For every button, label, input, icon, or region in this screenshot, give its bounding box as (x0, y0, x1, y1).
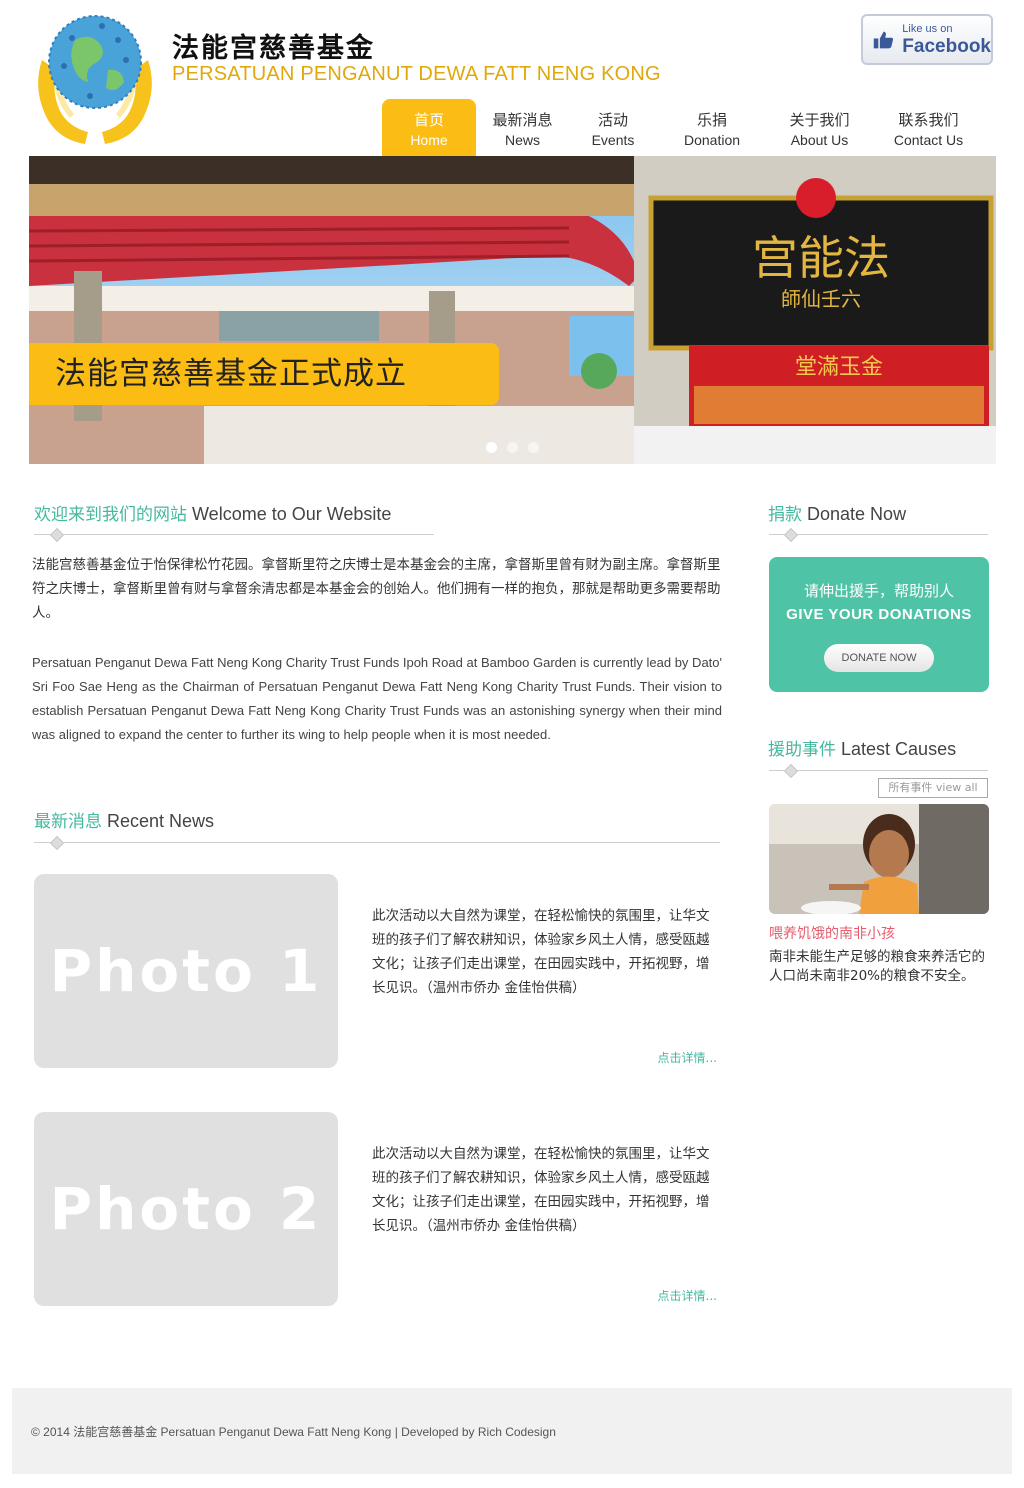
footer-copyright: © 2014 法能宫慈善基金 Persatuan Penganut Dewa F… (31, 1425, 556, 1439)
temple-slide-image: 宫能法 師仙壬六 堂滿玉金 (29, 156, 996, 464)
site-title-english: PERSATUAN PENGANUT DEWA FATT NENG KONG (172, 63, 661, 85)
donation-panel: 请伸出援手，帮助别人 GIVE YOUR DONATIONS DONATE NO… (769, 557, 989, 692)
nav-label-en: Home (410, 132, 448, 148)
welcome-heading-cn: 欢迎来到我们的网站 (34, 505, 187, 525)
nav-item-events[interactable]: 活动 Events (569, 99, 657, 156)
slider-pagination (486, 442, 539, 453)
section-divider (769, 534, 988, 535)
welcome-heading: 欢迎来到我们的网站 Welcome to Our Website (34, 500, 391, 525)
news-item-text: 此次活动以大自然为课堂，在轻松愉快的氛围里，让华文班的孩子们了解农耕知识，体验家… (372, 1146, 710, 1234)
donation-appeal-en: GIVE YOUR DONATIONS (786, 606, 972, 623)
donation-appeal-cn: 请伸出援手，帮助别人 (803, 582, 954, 600)
latest-causes-heading-cn: 援助事件 (768, 740, 836, 760)
welcome-heading-en: Welcome to Our Website (192, 504, 392, 524)
welcome-text-english: Persatuan Penganut Dewa Fatt Neng Kong C… (32, 655, 722, 742)
hero-slider[interactable]: 宫能法 師仙壬六 堂滿玉金 法能宫慈善基金正式成立 (29, 156, 996, 464)
signboard-subtext: 師仙壬六 (781, 287, 861, 311)
signboard-text: 宫能法 (752, 231, 890, 285)
globe-hands-logo-icon (38, 15, 152, 144)
nav-label-en: About Us (790, 132, 849, 148)
cause-description: 南非未能生产足够的粮食来养活它的人口尚未南非20%的粮食不安全。 (769, 949, 985, 984)
facebook-like-button[interactable]: Like us on Facebook (861, 14, 993, 65)
section-divider (34, 842, 720, 843)
site-title-chinese: 法能宫慈善基金 (172, 33, 375, 64)
site-header: 法能宫慈善基金 PERSATUAN PENGANUT DEWA FATT NEN… (0, 0, 1024, 156)
donate-now-button[interactable]: DONATE NOW (824, 644, 934, 672)
nav-item-donation[interactable]: 乐捐 Donation (657, 99, 767, 156)
facebook-like-label: Like us on (902, 22, 953, 35)
news-item-text: 此次活动以大自然为课堂，在轻松愉快的氛围里，让华文班的孩子们了解农耕知识，体验家… (372, 908, 710, 996)
nav-label-en: News (504, 132, 540, 148)
news-photo-placeholder[interactable]: Photo 1 (34, 874, 338, 1068)
facebook-brand-label: Facebook (902, 35, 991, 57)
thumbs-up-icon (873, 31, 894, 48)
nav-item-about-us[interactable]: 关于我们 About Us (767, 99, 872, 156)
latest-causes-heading: 援助事件 Latest Causes (768, 735, 956, 760)
slide-caption: 法能宫慈善基金正式成立 (29, 343, 499, 405)
recent-news-heading-cn: 最新消息 (34, 812, 102, 832)
nav-label-cn: 乐捐 (696, 111, 727, 129)
donate-heading-cn: 捐款 (768, 505, 802, 525)
nav-label-en: Donation (683, 132, 741, 148)
nav-label-cn: 首页 (413, 111, 444, 129)
welcome-text-chinese: 法能宫慈善基金位于怡保律松竹花园。拿督斯里符之庆博士是本基金会的主席，拿督斯里曾… (32, 557, 721, 621)
slider-dot-3[interactable] (528, 442, 539, 453)
nav-item-news[interactable]: 最新消息 News (476, 99, 569, 156)
diamond-ornament-icon (49, 527, 65, 543)
diamond-ornament-icon (783, 527, 799, 543)
nav-label-cn: 联系我们 (898, 111, 959, 129)
nav-label-en: Contact Us (893, 132, 964, 148)
cause-photo[interactable] (769, 804, 989, 914)
child-photo-image (769, 804, 989, 914)
slider-dot-2[interactable] (507, 442, 518, 453)
nav-label-cn: 活动 (597, 111, 628, 129)
recent-news-heading: 最新消息 Recent News (34, 807, 214, 832)
nav-item-home[interactable]: 首页 Home (382, 99, 476, 156)
news-photo-placeholder[interactable]: Photo 2 (34, 1112, 338, 1306)
main-navigation: 首页 Home 最新消息 News 活动 Events 乐捐 Donation … (382, 99, 985, 156)
nav-item-contact-us[interactable]: 联系我们 Contact Us (872, 99, 985, 156)
news-read-more-link[interactable]: 点击详情... (620, 1287, 717, 1304)
slider-dot-1[interactable] (486, 442, 497, 453)
latest-causes-heading-en: Latest Causes (841, 739, 957, 759)
banner-text: 堂滿玉金 (795, 355, 883, 380)
cause-title-link[interactable]: 喂养饥饿的南非小孩 (769, 923, 895, 943)
diamond-ornament-icon (49, 835, 65, 851)
diamond-ornament-icon (783, 763, 799, 779)
view-all-causes-button[interactable]: 所有事件 view all (878, 778, 988, 798)
nav-label-cn: 最新消息 (492, 111, 553, 129)
nav-label-cn: 关于我们 (789, 111, 850, 129)
recent-news-heading-en: Recent News (107, 811, 215, 831)
nav-label-en: Events (591, 132, 635, 148)
site-footer: © 2014 法能宫慈善基金 Persatuan Penganut Dewa F… (12, 1388, 1012, 1474)
donate-heading: 捐款 Donate Now (768, 500, 906, 525)
site-logo[interactable] (30, 10, 160, 150)
section-divider (34, 534, 434, 535)
news-read-more-link[interactable]: 点击详情... (620, 1049, 717, 1066)
donate-heading-en: Donate Now (807, 504, 907, 524)
section-divider (769, 770, 988, 771)
